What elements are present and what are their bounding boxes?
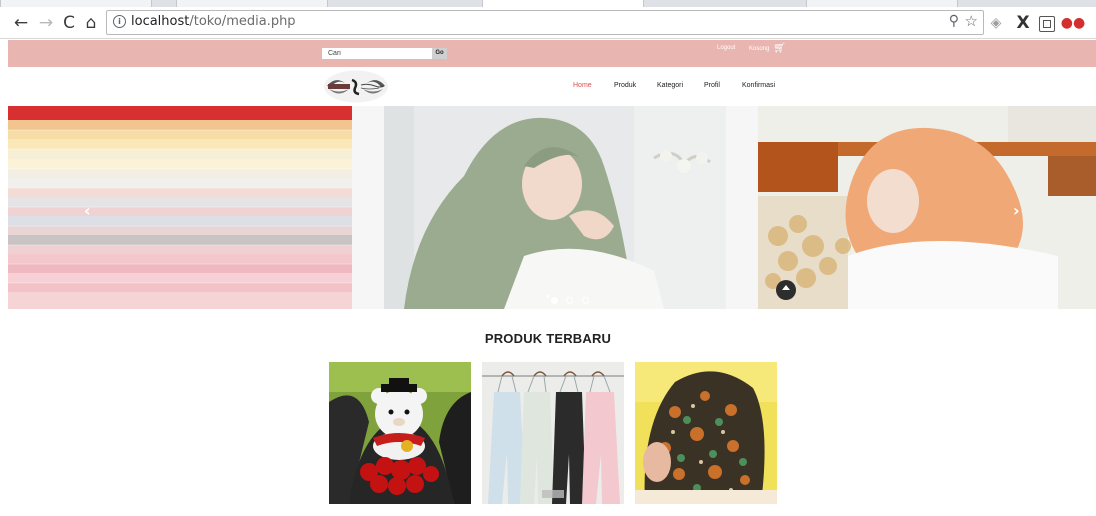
info-icon[interactable]: i xyxy=(113,15,126,28)
screenshot-extension-icon[interactable] xyxy=(1039,16,1055,32)
site-top-bar: Go Logout Kosong 🛒︎ xyxy=(8,40,1096,67)
nav-kategori[interactable]: Kategori xyxy=(657,82,683,89)
nav-home[interactable]: Home xyxy=(573,82,592,89)
url-path: /toko/media.php xyxy=(189,14,296,29)
home-icon[interactable]: ⌂ xyxy=(80,7,102,38)
carousel-indicator[interactable] xyxy=(566,297,574,304)
cart-status[interactable]: Kosong xyxy=(749,46,769,52)
browser-tab[interactable] xyxy=(176,0,328,7)
carousel-image-sage-hijab xyxy=(384,106,726,309)
browser-tab[interactable] xyxy=(806,0,958,7)
nav-konfirmasi[interactable]: Konfirmasi xyxy=(742,82,775,89)
carousel-indicator[interactable] xyxy=(551,297,558,304)
search-input[interactable] xyxy=(322,48,432,59)
site-logo[interactable] xyxy=(323,70,389,103)
logout-link[interactable]: Logout xyxy=(717,45,735,51)
url-host: localhost xyxy=(131,14,190,29)
browser-toolbar: ← → C ⌂ i localhost/toko/media.php ⚲ ☆ ◈… xyxy=(0,7,1096,39)
hero-carousel[interactable]: ‹ › xyxy=(8,106,1096,309)
product-image-bouquet[interactable] xyxy=(329,362,471,504)
address-bar[interactable]: i localhost/toko/media.php ⚲ ☆ xyxy=(106,10,984,35)
browser-tab[interactable] xyxy=(0,0,152,7)
product-image-overalls[interactable] xyxy=(482,362,624,504)
carousel-image-orange-hijab xyxy=(758,106,1096,309)
carousel-image-fabrics xyxy=(8,106,352,309)
forward-arrow-icon[interactable]: → xyxy=(35,7,57,38)
section-title: PRODUK TERBARU xyxy=(484,331,612,346)
zoom-icon[interactable]: ⚲ xyxy=(949,13,959,29)
back-arrow-icon[interactable]: ← xyxy=(10,7,32,38)
browser-tab-strip xyxy=(0,0,1096,7)
chevron-left-icon[interactable]: ‹ xyxy=(84,201,91,220)
extension-gem-icon[interactable]: ◈ xyxy=(987,14,1005,32)
reload-icon[interactable]: C xyxy=(58,7,80,38)
people-extension-icon[interactable]: ●● xyxy=(1061,14,1085,32)
carousel-indicators xyxy=(549,291,591,309)
nav-profil[interactable]: Profil xyxy=(704,82,720,89)
cart-icon[interactable]: 🛒︎ xyxy=(773,43,786,54)
star-icon[interactable]: ☆ xyxy=(965,12,978,30)
url-text[interactable]: localhost/toko/media.php xyxy=(131,14,296,29)
carousel-indicator[interactable] xyxy=(581,297,589,304)
chevron-right-icon[interactable]: › xyxy=(1013,201,1020,220)
extension-x-icon[interactable]: X xyxy=(1014,13,1032,33)
nav-produk[interactable]: Produk xyxy=(614,82,636,89)
product-image-batik-scarf[interactable] xyxy=(635,362,777,504)
browser-tab-active[interactable] xyxy=(482,0,644,7)
search-go-button[interactable]: Go xyxy=(432,48,447,59)
